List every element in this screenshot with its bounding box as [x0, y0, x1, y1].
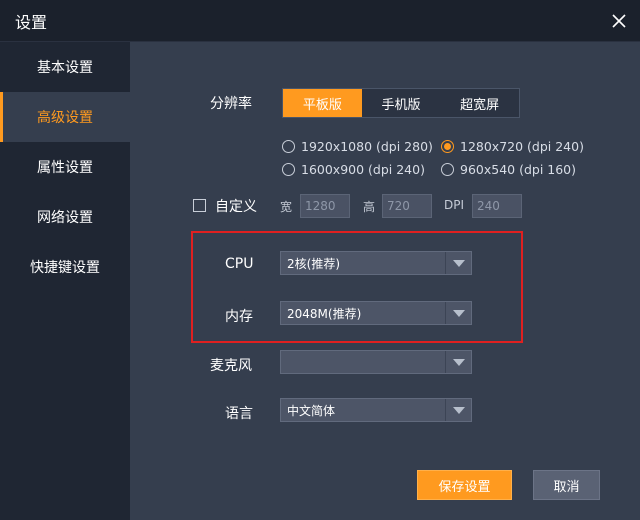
save-button[interactable]: 保存设置 — [417, 470, 512, 500]
language-label: 语言 — [225, 406, 253, 422]
radio-button-selected[interactable] — [441, 140, 454, 153]
sidebar-item-label: 高级设置 — [37, 110, 93, 126]
sidebar-item-label: 网络设置 — [37, 210, 93, 226]
resolution-option-label: 1600x900 (dpi 240) — [301, 162, 425, 177]
sidebar: 基本设置 高级设置 属性设置 网络设置 快捷键设置 — [0, 42, 130, 520]
microphone-label: 麦克风 — [210, 358, 252, 374]
cpu-select[interactable]: 2核(推荐) — [280, 251, 472, 275]
sidebar-item-label: 属性设置 — [37, 160, 93, 176]
close-button[interactable] — [606, 8, 632, 34]
resolution-option-1280[interactable]: 1280x720 (dpi 240) — [441, 139, 584, 154]
resolution-option-1920[interactable]: 1920x1080 (dpi 280) — [282, 139, 433, 154]
height-field[interactable]: 720 — [382, 194, 432, 218]
highlight-box — [191, 231, 523, 343]
title-bar: 设置 — [0, 0, 640, 42]
tab-tablet[interactable]: 平板版 — [283, 89, 362, 117]
tab-ultrawide[interactable]: 超宽屏 — [440, 89, 519, 117]
window-title: 设置 — [15, 12, 48, 32]
resolution-label: 分辨率 — [210, 96, 252, 112]
sidebar-item-label: 基本设置 — [37, 60, 93, 76]
custom-label: 自定义 — [215, 199, 257, 215]
sidebar-item-shortcuts[interactable]: 快捷键设置 — [0, 242, 130, 292]
width-label: 宽 — [280, 200, 293, 214]
resolution-option-label: 1920x1080 (dpi 280) — [301, 139, 433, 154]
radio-button[interactable] — [282, 140, 295, 153]
language-select[interactable]: 中文简体 — [280, 398, 472, 422]
close-icon — [612, 14, 626, 28]
dropdown-arrow-icon — [445, 302, 471, 324]
custom-checkbox[interactable] — [193, 199, 206, 212]
dpi-field[interactable]: 240 — [472, 194, 522, 218]
resolution-tabs: 平板版 手机版 超宽屏 — [282, 88, 520, 118]
settings-panel: 分辨率 平板版 手机版 超宽屏 1920x1080 (dpi 280) 1280… — [130, 42, 640, 520]
sidebar-item-advanced[interactable]: 高级设置 — [0, 92, 130, 142]
width-field[interactable]: 1280 — [300, 194, 350, 218]
memory-select[interactable]: 2048M(推荐) — [280, 301, 472, 325]
dropdown-arrow-icon — [445, 252, 471, 274]
resolution-option-1600[interactable]: 1600x900 (dpi 240) — [282, 162, 425, 177]
cancel-button[interactable]: 取消 — [533, 470, 600, 500]
dropdown-arrow-icon — [445, 351, 471, 373]
dropdown-arrow-icon — [445, 399, 471, 421]
language-select-value: 中文简体 — [287, 403, 336, 418]
memory-label: 内存 — [225, 309, 253, 325]
memory-select-value: 2048M(推荐) — [287, 306, 362, 321]
radio-button[interactable] — [282, 163, 295, 176]
sidebar-item-basic[interactable]: 基本设置 — [0, 42, 130, 92]
radio-button[interactable] — [441, 163, 454, 176]
microphone-select[interactable] — [280, 350, 472, 374]
sidebar-item-network[interactable]: 网络设置 — [0, 192, 130, 242]
resolution-option-label: 1280x720 (dpi 240) — [460, 139, 584, 154]
cpu-select-value: 2核(推荐) — [287, 256, 340, 271]
tab-phone[interactable]: 手机版 — [362, 89, 441, 117]
sidebar-item-properties[interactable]: 属性设置 — [0, 142, 130, 192]
cpu-label: CPU — [225, 256, 254, 272]
sidebar-item-label: 快捷键设置 — [30, 260, 100, 276]
resolution-option-960[interactable]: 960x540 (dpi 160) — [441, 162, 576, 177]
resolution-option-label: 960x540 (dpi 160) — [460, 162, 577, 177]
height-label: 高 — [363, 200, 376, 214]
dpi-label: DPI — [444, 198, 465, 212]
